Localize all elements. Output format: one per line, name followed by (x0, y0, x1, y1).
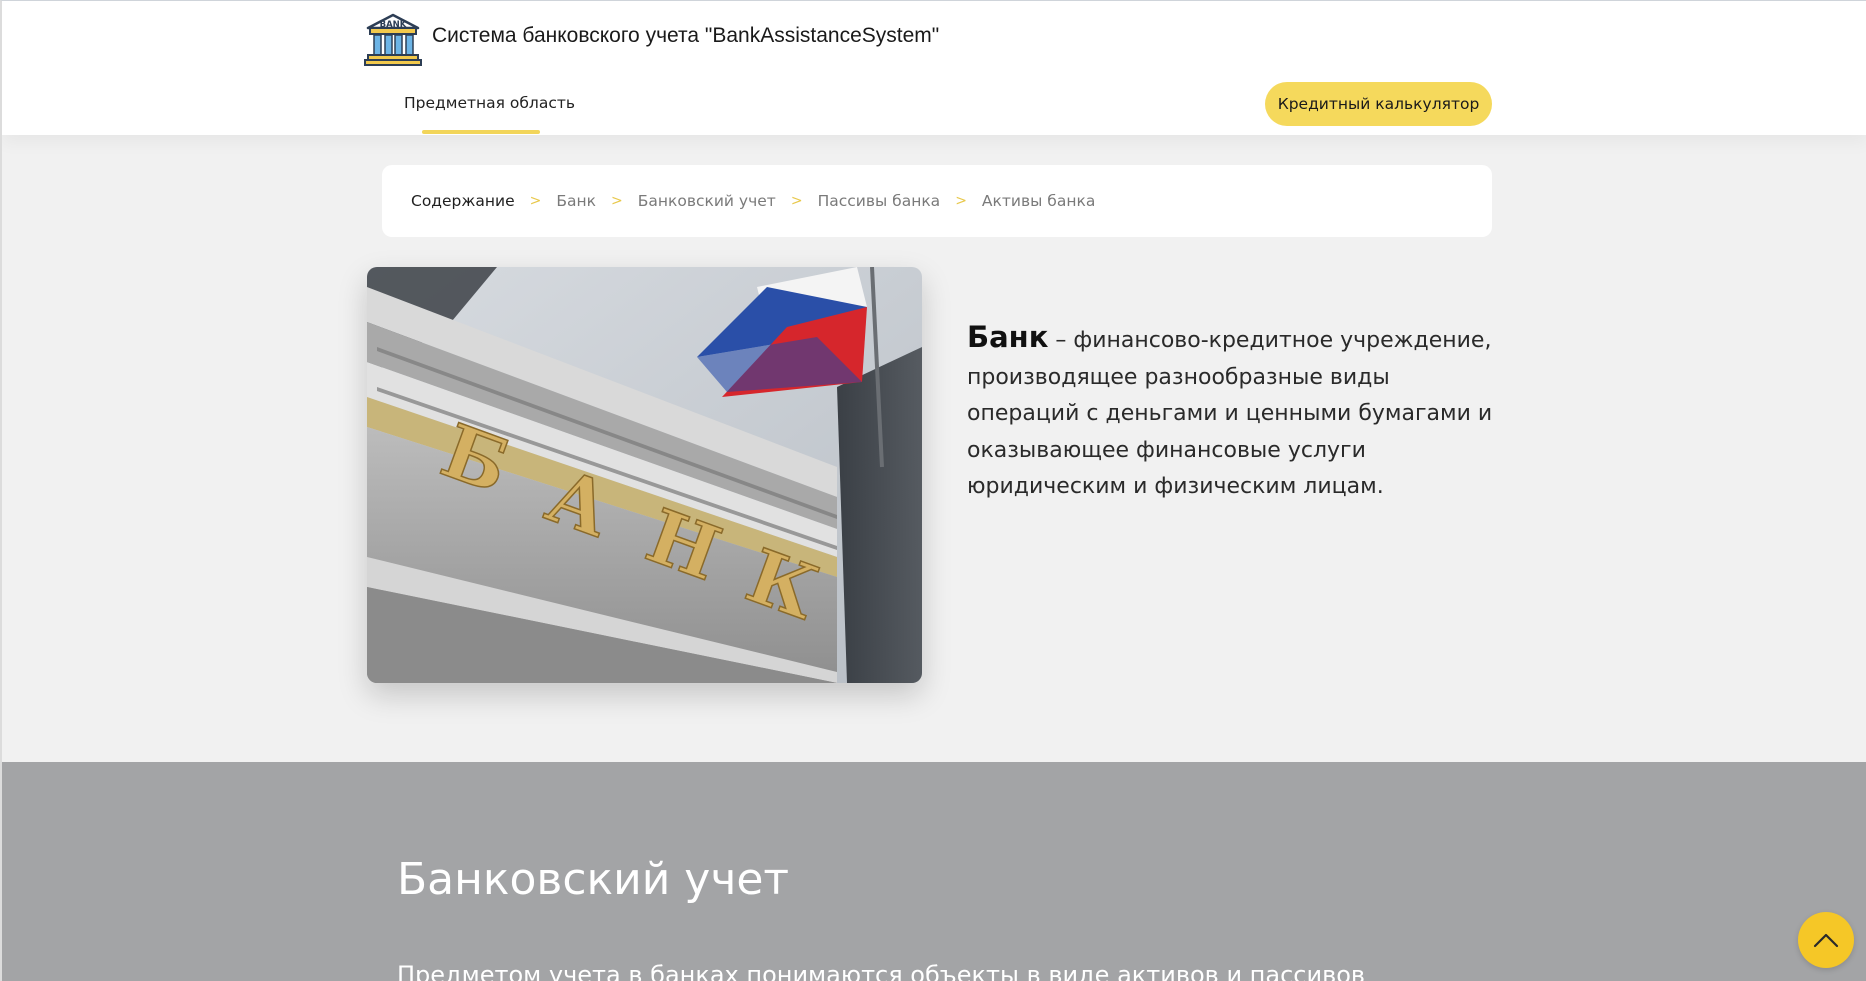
bank-definition: Банк – финансово-кредитное учреждение, п… (967, 319, 1497, 506)
nav-link-subject-area[interactable]: Предметная область (404, 94, 575, 112)
breadcrumb-separator: > (790, 193, 803, 209)
bank-building-photo: Б А Н К (367, 267, 922, 683)
bank-accounting-section (2, 762, 1866, 981)
bank-building-icon[interactable]: BANK (364, 13, 422, 67)
breadcrumb-item-bank[interactable]: Банк (556, 192, 596, 210)
scroll-to-top-button[interactable] (1798, 912, 1854, 968)
breadcrumb-separator: > (610, 193, 623, 209)
site-title: Система банковского учета "BankAssistanc… (432, 24, 940, 47)
breadcrumb-item-bank-assets[interactable]: Активы банка (982, 192, 1095, 210)
site-header: BANK Система банковского учета "BankAssi… (2, 1, 1866, 135)
definition-term: Банк (967, 320, 1049, 354)
breadcrumb-separator: > (529, 193, 542, 209)
breadcrumb: Содержание > Банк > Банковский учет > Па… (382, 165, 1492, 237)
chevron-up-icon (1813, 933, 1839, 948)
breadcrumb-item-bank-liabilities[interactable]: Пассивы банка (818, 192, 941, 210)
section-heading: Банковский учет (397, 854, 790, 905)
breadcrumb-separator: > (955, 193, 967, 209)
breadcrumb-item-bank-accounting[interactable]: Банковский учет (638, 192, 776, 210)
section-text: Предметом учета в банках понимаются объе… (397, 961, 1366, 981)
page: BANK Система банковского учета "BankAssi… (0, 0, 1866, 981)
credit-calculator-button[interactable]: Кредитный калькулятор (1265, 82, 1492, 126)
svg-text:BANK: BANK (380, 20, 407, 30)
breadcrumb-item-contents[interactable]: Содержание (411, 192, 515, 210)
nav-active-indicator (422, 130, 540, 134)
